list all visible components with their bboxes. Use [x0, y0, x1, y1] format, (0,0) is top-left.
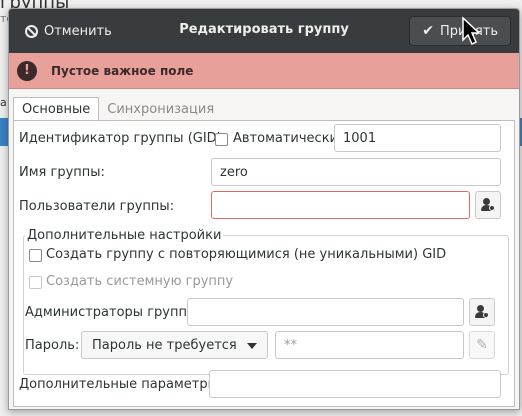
- password-input[interactable]: **: [275, 331, 464, 359]
- check-icon: ✔: [422, 23, 434, 39]
- pencil-icon: ✎: [476, 337, 488, 353]
- group-admins-input[interactable]: [187, 298, 464, 326]
- password-label: Пароль:: [25, 338, 80, 353]
- group-name-input[interactable]: zero: [211, 158, 501, 186]
- tab-sync[interactable]: Синхронизация: [99, 97, 222, 121]
- group-users-input[interactable]: [211, 191, 470, 219]
- mouse-cursor-icon: [462, 16, 481, 46]
- gid-auto-checkbox[interactable]: [215, 133, 228, 146]
- extra-params-label: Дополнительные параметры:: [19, 377, 223, 392]
- nonunique-gid-label: Создать группу с повторяющимися (не уник…: [46, 247, 447, 262]
- chevron-down-icon: [247, 343, 257, 349]
- edit-password-button[interactable]: ✎: [469, 331, 495, 359]
- additional-settings-title: Дополнительные настройки: [25, 228, 224, 243]
- extra-params-input[interactable]: [209, 370, 501, 398]
- cancel-button[interactable]: Отменить: [17, 16, 120, 46]
- password-mode-value: Пароль не требуется: [92, 337, 237, 353]
- user-settings-icon: [475, 305, 489, 319]
- edit-group-dialog: Отменить Редактировать группу ✔ Принять …: [8, 8, 520, 410]
- nonunique-gid-checkbox[interactable]: [29, 249, 42, 262]
- tab-bar: Основные Синхронизация: [13, 97, 222, 121]
- error-message: Пустое важное поле: [51, 63, 194, 78]
- password-mode-combo[interactable]: Пароль не требуется: [81, 331, 268, 359]
- error-infobar: ! Пустое важное поле: [9, 53, 519, 89]
- group-users-label: Пользователи группы:: [19, 199, 175, 214]
- cancel-icon: [25, 24, 38, 38]
- background-text: а: [0, 96, 7, 109]
- select-users-button[interactable]: [475, 191, 501, 219]
- system-group-label: Создать системную группу: [46, 274, 234, 289]
- user-settings-icon: [481, 198, 495, 212]
- cancel-label: Отменить: [44, 23, 112, 39]
- group-admins-label: Администраторы группы:: [25, 305, 202, 320]
- error-icon: !: [17, 60, 37, 81]
- tab-general[interactable]: Основные: [13, 97, 100, 121]
- gid-input[interactable]: 1001: [334, 124, 501, 152]
- select-admins-button[interactable]: [469, 298, 495, 326]
- gid-label: Идентификатор группы (GID):: [19, 131, 227, 146]
- dialog-headerbar: Отменить Редактировать группу ✔ Принять: [9, 9, 519, 53]
- gid-auto-label: Автоматически: [233, 131, 339, 146]
- system-group-checkbox[interactable]: [29, 276, 42, 289]
- group-name-label: Имя группы:: [19, 165, 105, 180]
